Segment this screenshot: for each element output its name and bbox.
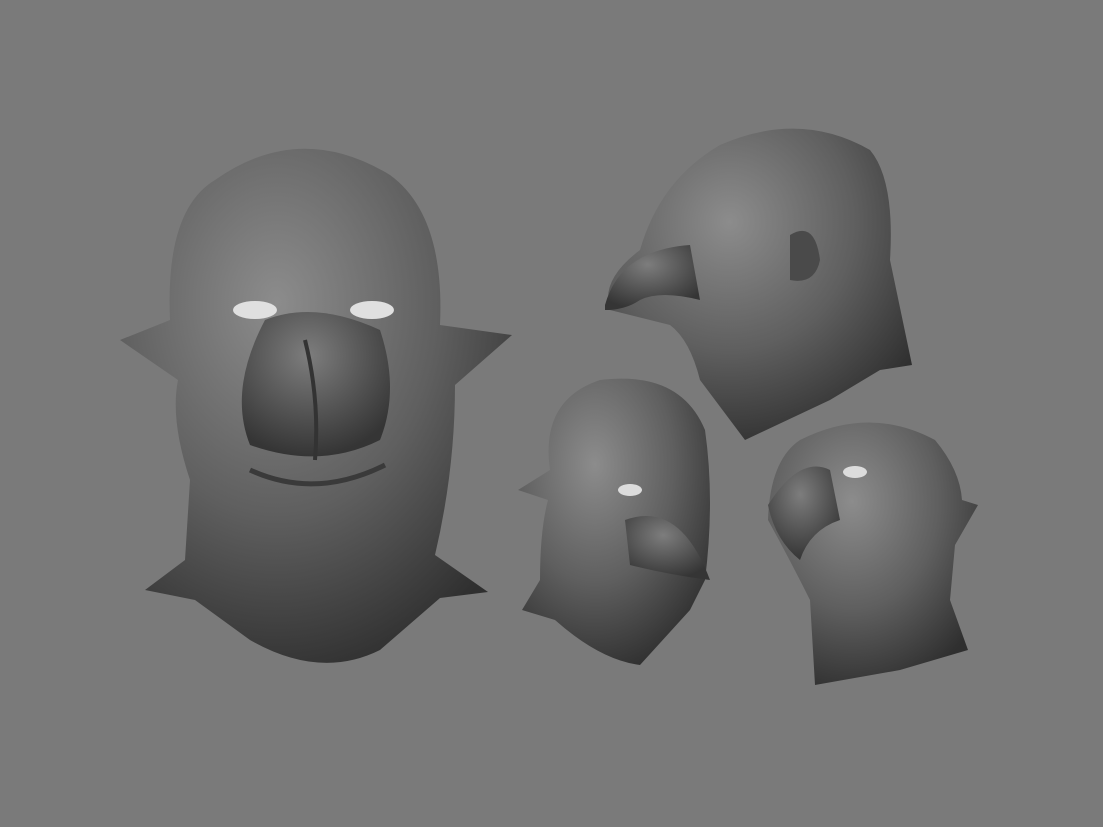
sculpt-render-canvas (0, 0, 1103, 827)
background (0, 0, 1103, 827)
